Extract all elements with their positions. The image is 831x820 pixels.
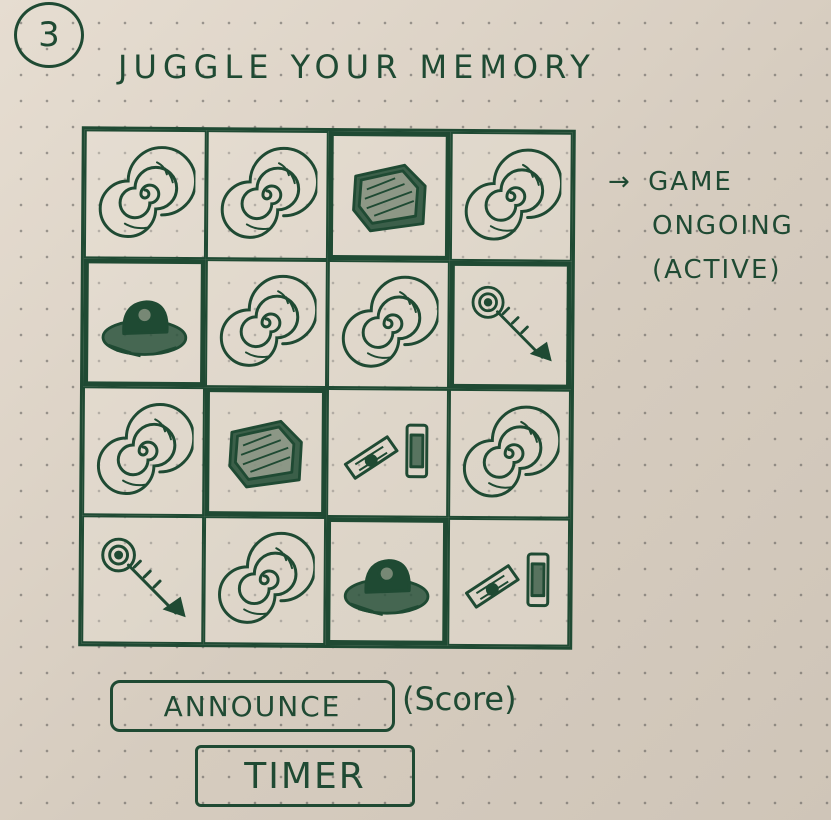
game-status-note: → GAME ONGOING (ACTIVE) bbox=[608, 160, 818, 292]
spiral-icon bbox=[86, 131, 205, 256]
gem-icon bbox=[333, 136, 446, 255]
announce-label: ANNOUNCE bbox=[163, 689, 342, 723]
card-tile[interactable] bbox=[448, 388, 571, 519]
card-tile[interactable] bbox=[204, 387, 327, 517]
card-tile[interactable] bbox=[205, 130, 329, 260]
score-note: (Score) bbox=[402, 680, 517, 718]
arrow-right-icon: → bbox=[608, 167, 632, 197]
card-tile[interactable] bbox=[325, 516, 449, 646]
card-tile[interactable] bbox=[327, 259, 450, 389]
card-tile[interactable] bbox=[83, 129, 207, 259]
timer-box: TIMER bbox=[195, 745, 415, 807]
spiral-icon bbox=[207, 261, 326, 386]
card-tile[interactable] bbox=[81, 514, 205, 645]
status-line-3: (ACTIVE) bbox=[652, 255, 782, 285]
spiral-icon bbox=[205, 518, 324, 643]
scroll-icon bbox=[328, 390, 447, 515]
spiral-icon bbox=[208, 132, 327, 257]
spiral-icon bbox=[329, 262, 448, 387]
gem-icon bbox=[209, 392, 322, 511]
page-title: JUGGLE YOUR MEMORY bbox=[118, 48, 596, 86]
card-tile[interactable] bbox=[447, 517, 571, 647]
card-tile[interactable] bbox=[82, 386, 206, 516]
card-tile[interactable] bbox=[448, 260, 572, 390]
card-tile[interactable] bbox=[83, 257, 206, 388]
spiral-icon bbox=[452, 134, 571, 259]
hat-icon bbox=[88, 263, 201, 382]
scroll-icon bbox=[449, 519, 568, 644]
spiral-icon bbox=[450, 391, 569, 516]
memory-board bbox=[78, 126, 576, 650]
hat-icon bbox=[330, 522, 443, 641]
card-tile[interactable] bbox=[449, 131, 573, 262]
status-line-1: GAME bbox=[648, 167, 733, 197]
card-tile[interactable] bbox=[205, 258, 328, 388]
card-tile[interactable] bbox=[203, 515, 327, 645]
spiral-icon bbox=[84, 388, 203, 513]
step-number: 3 bbox=[38, 15, 60, 55]
card-tile[interactable] bbox=[326, 388, 449, 518]
status-line-2: ONGOING bbox=[652, 211, 794, 241]
key-icon bbox=[454, 265, 567, 384]
card-tile[interactable] bbox=[327, 131, 451, 261]
key-icon bbox=[83, 517, 202, 642]
timer-label: TIMER bbox=[244, 755, 366, 797]
announce-box: ANNOUNCE bbox=[110, 680, 395, 732]
step-number-badge: 3 bbox=[14, 2, 84, 68]
